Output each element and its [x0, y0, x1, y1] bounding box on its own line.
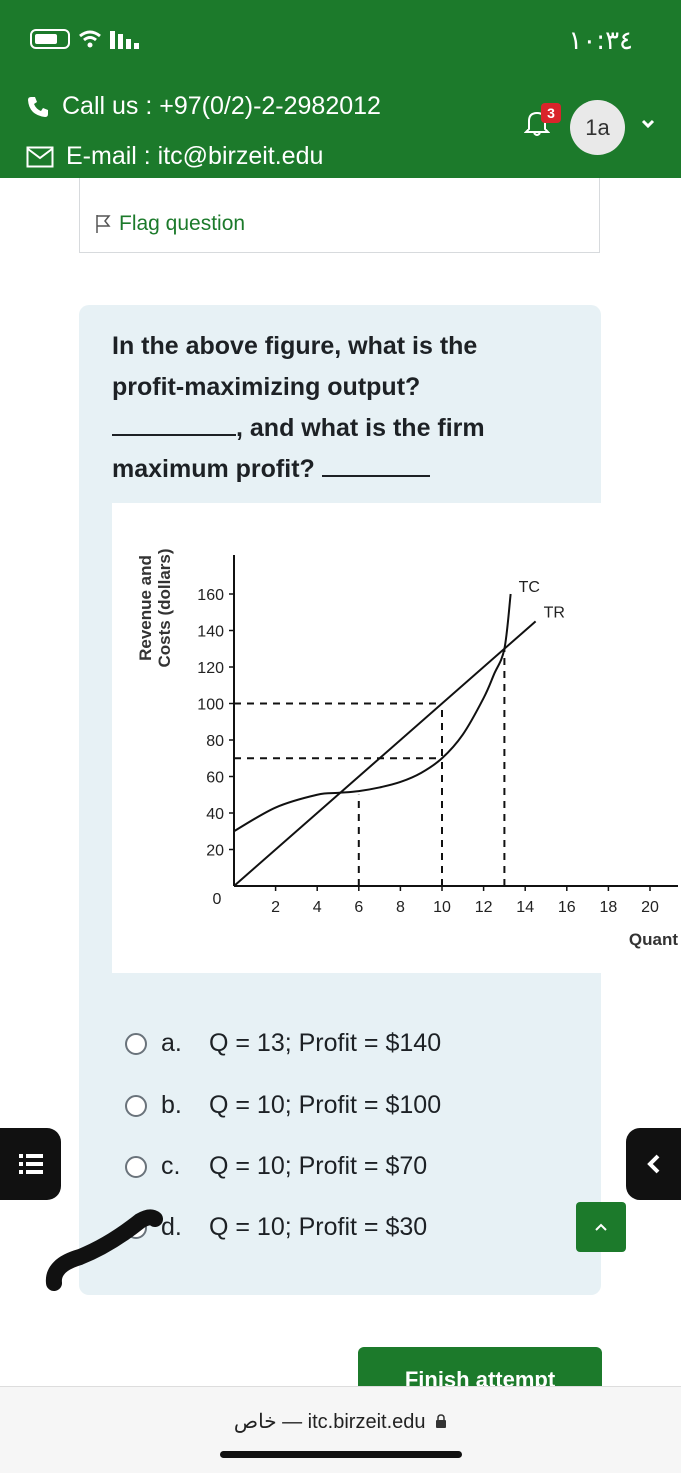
battery-icon: [30, 29, 70, 49]
x-tick-label: 10: [433, 899, 451, 916]
browser-bottom-bar: خاص — itc.birzeit.edu: [0, 1386, 681, 1473]
x-tick-label: 20: [641, 899, 659, 916]
question-figure: 20 40 60 80 100 120 140 160 2 4 6 8 10 12 14 16 18 20 0 Qua…: [112, 503, 681, 973]
question-text: In the above figure, what is the profit-…: [112, 326, 542, 490]
status-icons: [30, 29, 144, 49]
option-a[interactable]: a. Q = 13; Profit = $140: [125, 1029, 441, 1058]
series-tr-line: [233, 620, 537, 887]
radio-option-a[interactable]: [125, 1032, 147, 1055]
flag-question-label: Flag question: [119, 212, 246, 235]
site-header: ١٠:٣٤ Call us : +97(0/2)-2-2982012 E-mai…: [0, 0, 681, 178]
phone-label: Call us : +97(0/2)-2-2982012: [62, 92, 381, 120]
series-tc-label: TC: [519, 579, 540, 596]
user-avatar[interactable]: 1a: [570, 100, 625, 155]
radio-option-b[interactable]: [125, 1094, 147, 1117]
x-tick-label: 16: [558, 899, 576, 916]
envelope-icon: [26, 146, 54, 167]
question-line-3: , and what is the firm: [112, 408, 542, 449]
address-bar[interactable]: خاص — itc.birzeit.edu: [0, 1409, 681, 1434]
x-tick-label: 14: [516, 899, 534, 916]
cost-revenue-chart: 20 40 60 80 100 120 140 160 2 4 6 8 10 12 14 16 18 20 0 Qua…: [136, 548, 678, 949]
question-line-2: profit-maximizing output?: [112, 373, 421, 401]
x-axis-label: Quant: [629, 930, 678, 949]
chevron-left-icon: [646, 1154, 659, 1174]
series-tr-label: TR: [544, 604, 565, 621]
status-time: ١٠:٣٤: [568, 26, 633, 56]
signal-icon: [110, 31, 139, 49]
wifi-icon: [79, 30, 101, 48]
flag-question-link[interactable]: Flag question: [95, 212, 245, 236]
x-tick-label: 2: [271, 899, 280, 916]
question-line-4: maximum profit?: [112, 449, 542, 490]
url-text: خاص — itc.birzeit.edu: [233, 1411, 426, 1433]
home-indicator: [220, 1451, 462, 1458]
x-tick-label: 18: [600, 899, 618, 916]
option-a-text: Q = 13; Profit = $140: [209, 1029, 442, 1057]
answer-blank-2: [321, 453, 430, 477]
option-b[interactable]: b. Q = 10; Profit = $100: [125, 1091, 441, 1120]
y-tick-label: 100: [197, 697, 224, 714]
phone-icon: [28, 96, 48, 117]
chevron-down-icon[interactable]: [640, 118, 656, 130]
x-tick-label: 8: [396, 899, 405, 916]
option-b-letter: b.: [161, 1091, 182, 1119]
y-tick-label: 40: [206, 806, 224, 823]
y-tick-label: 120: [197, 660, 224, 677]
email-label: E-mail : itc@birzeit.edu: [66, 142, 324, 170]
option-d[interactable]: d. Q = 10; Profit = $30: [125, 1213, 427, 1242]
x-tick-label: 4: [313, 899, 322, 916]
series-tc-line: [233, 593, 512, 833]
y-tick-label: 80: [206, 733, 224, 750]
email-contact[interactable]: E-mail : itc@birzeit.edu: [26, 142, 323, 171]
origin-label: 0: [213, 891, 222, 908]
answer-blank-1: [112, 412, 236, 436]
option-c-text: Q = 10; Profit = $70: [209, 1152, 428, 1180]
option-c[interactable]: c. Q = 10; Profit = $70: [125, 1152, 427, 1181]
drawer-toggle-button[interactable]: [0, 1128, 61, 1200]
question-line-1: In the above figure, what is the: [112, 332, 478, 360]
finish-attempt-button[interactable]: Finish attempt: [358, 1347, 602, 1387]
option-c-letter: c.: [161, 1152, 181, 1180]
flag-icon: [96, 215, 111, 233]
lock-icon: [436, 1414, 447, 1428]
y-tick-label: 20: [206, 843, 224, 860]
y-tick-label: 60: [206, 770, 224, 787]
y-axis-label-line-1: Revenue and: [136, 555, 155, 661]
x-tick-label: 12: [475, 899, 493, 916]
y-axis-label-line-2: Costs (dollars): [155, 548, 174, 667]
option-b-text: Q = 10; Profit = $100: [209, 1091, 442, 1119]
radio-option-c[interactable]: [125, 1155, 147, 1178]
y-tick-label: 140: [197, 624, 224, 641]
notification-badge: 3: [541, 103, 561, 123]
option-d-text: Q = 10; Profit = $30: [209, 1213, 428, 1241]
x-tick-label: 6: [354, 899, 363, 916]
chevron-up-icon: [595, 1223, 607, 1231]
right-drawer-button[interactable]: [626, 1128, 681, 1200]
phone-contact[interactable]: Call us : +97(0/2)-2-2982012: [26, 92, 381, 121]
y-tick-label: 160: [197, 587, 224, 604]
back-to-top-button[interactable]: [576, 1202, 626, 1252]
marker-scribble: [45, 1209, 163, 1291]
option-a-letter: a.: [161, 1029, 182, 1057]
list-icon: [18, 1154, 43, 1174]
